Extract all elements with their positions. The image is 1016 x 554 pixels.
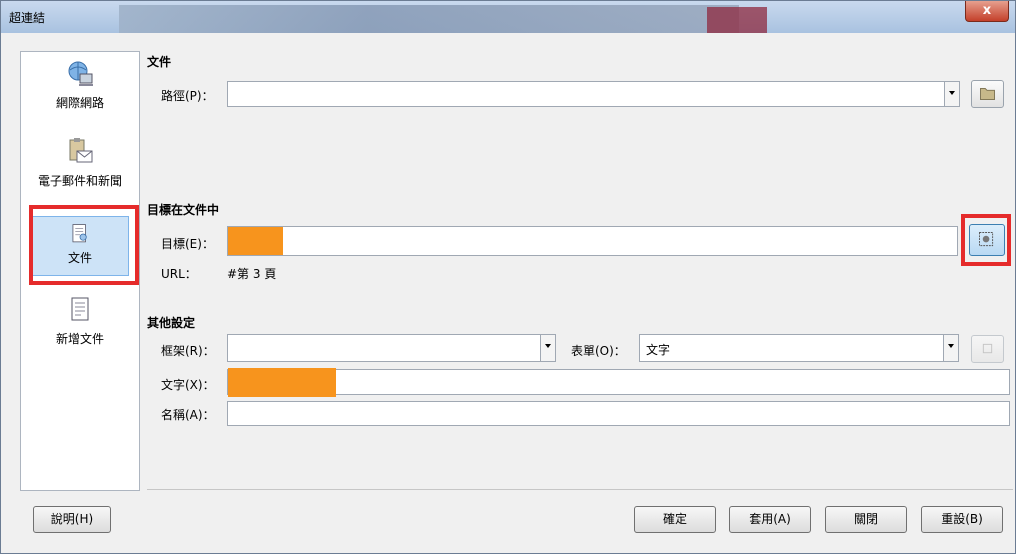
sidebar-item-new-document[interactable]: 新增文件 bbox=[21, 296, 139, 356]
blurred-background-accent bbox=[707, 7, 767, 33]
hyperlink-dialog: 超連結 x 網際網路 電子郵件和新聞 文件 新增文件 文件 路徑(P)： 目標在… bbox=[0, 0, 1016, 554]
new-document-icon bbox=[71, 297, 89, 321]
reset-button[interactable]: 重設(B) bbox=[921, 506, 1003, 533]
divider bbox=[147, 489, 1013, 490]
macro-icon bbox=[982, 343, 993, 354]
text-input[interactable] bbox=[227, 369, 1010, 395]
folder-icon bbox=[980, 87, 995, 101]
sidebar-item-label: 網際網路 bbox=[55, 96, 104, 110]
chevron-down-icon[interactable] bbox=[944, 82, 959, 106]
blurred-background bbox=[119, 5, 739, 33]
name-input[interactable] bbox=[227, 401, 1010, 426]
frame-label: 框架(R)： bbox=[161, 344, 215, 358]
chevron-down-icon[interactable] bbox=[943, 335, 958, 361]
sidebar-item-label: 電子郵件和新聞 bbox=[37, 174, 122, 188]
title-bar[interactable]: 超連結 x bbox=[1, 1, 1015, 33]
highlight-box-target-button bbox=[961, 214, 1011, 266]
path-label: 路徑(P)： bbox=[161, 89, 214, 103]
close-button[interactable]: 關閉 bbox=[825, 506, 907, 533]
form-label: 表單(O)： bbox=[571, 344, 626, 358]
chevron-down-icon[interactable] bbox=[540, 335, 555, 361]
help-button[interactable]: 說明(H) bbox=[33, 506, 111, 533]
target-label: 目標(E)： bbox=[161, 237, 214, 251]
sidebar-item-label: 新增文件 bbox=[55, 332, 104, 346]
sidebar-item-internet[interactable]: 網際網路 bbox=[21, 60, 139, 128]
redaction-mark bbox=[228, 227, 283, 255]
frame-combobox[interactable] bbox=[227, 334, 556, 362]
section-title-other: 其他設定 bbox=[147, 316, 196, 330]
apply-button[interactable]: 套用(A) bbox=[729, 506, 811, 533]
form-value: 文字 bbox=[646, 343, 671, 357]
events-button[interactable] bbox=[971, 335, 1004, 363]
form-combobox[interactable]: 文字 bbox=[639, 334, 959, 362]
sidebar-item-mail[interactable]: 電子郵件和新聞 bbox=[21, 138, 139, 208]
window-title: 超連結 bbox=[9, 11, 46, 25]
text-label: 文字(X)： bbox=[161, 378, 215, 392]
section-title-target: 目標在文件中 bbox=[147, 203, 220, 217]
open-file-button[interactable] bbox=[971, 80, 1004, 108]
ok-button[interactable]: 確定 bbox=[634, 506, 716, 533]
target-input[interactable] bbox=[227, 226, 958, 256]
section-title-document: 文件 bbox=[147, 55, 172, 69]
redaction-mark bbox=[228, 368, 336, 397]
close-window-button[interactable]: x bbox=[965, 1, 1009, 22]
url-value: #第 3 頁 bbox=[227, 267, 277, 281]
name-label: 名稱(A)： bbox=[161, 408, 215, 422]
highlight-box-document bbox=[29, 205, 139, 285]
globe-computer-icon bbox=[68, 61, 93, 86]
mail-clipboard-icon bbox=[69, 138, 93, 163]
path-combobox[interactable] bbox=[227, 81, 960, 107]
url-label: URL： bbox=[161, 267, 197, 281]
